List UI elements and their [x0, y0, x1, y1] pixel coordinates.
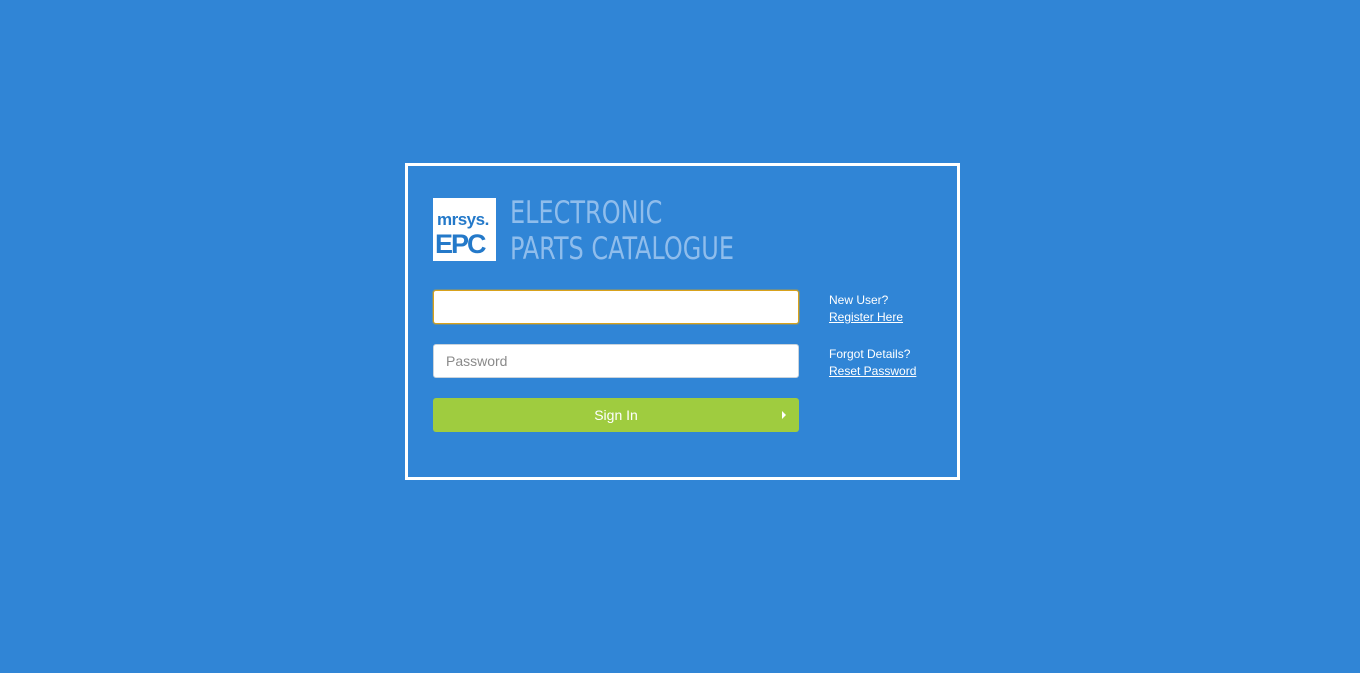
app-title: ELECTRONIC PARTS CATALOGUE: [510, 195, 734, 267]
password-input[interactable]: [433, 344, 799, 378]
username-input[interactable]: [433, 290, 799, 324]
app-title-line1: ELECTRONIC: [510, 195, 663, 231]
sign-in-label: Sign In: [594, 407, 638, 423]
logo-product-text: EPC: [435, 229, 487, 259]
logo: mrsys. EPC ELECTRONIC PARTS CATALOGUE: [433, 195, 771, 267]
sign-in-button[interactable]: Sign In: [433, 398, 799, 432]
logo-brand-text: mrsys.: [437, 210, 489, 229]
caret-right-icon: [782, 411, 786, 419]
logo-badge: mrsys. EPC: [433, 198, 496, 261]
new-user-label: New User?: [829, 293, 889, 307]
reset-password-link[interactable]: Reset Password: [829, 363, 916, 380]
forgot-details-block: Forgot Details? Reset Password: [829, 346, 916, 380]
app-title-line2: PARTS CATALOGUE: [510, 231, 735, 267]
forgot-details-label: Forgot Details?: [829, 347, 911, 361]
new-user-block: New User? Register Here: [829, 292, 903, 326]
register-link[interactable]: Register Here: [829, 309, 903, 326]
login-panel: mrsys. EPC ELECTRONIC PARTS CATALOGUE Si…: [405, 163, 960, 480]
